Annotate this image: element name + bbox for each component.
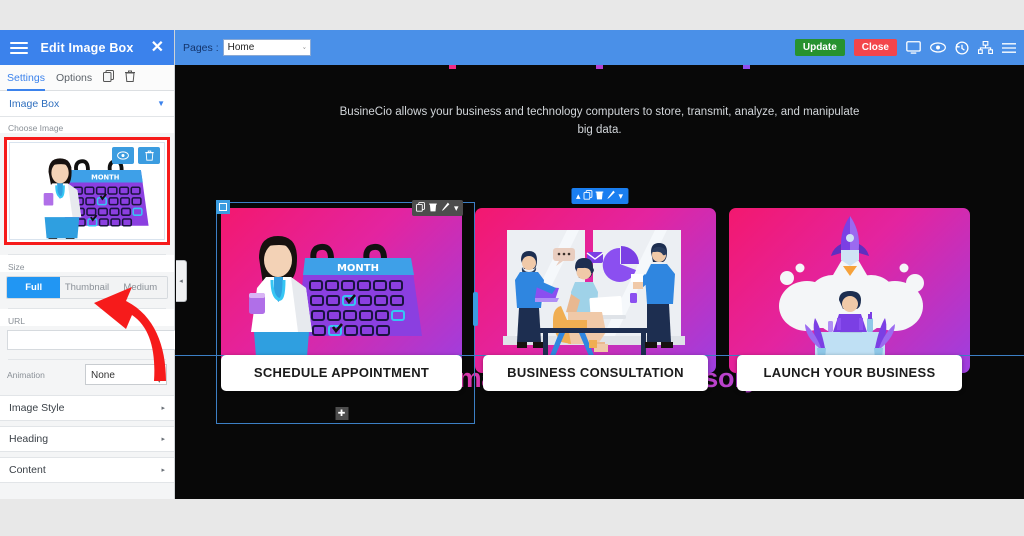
choose-image-label: Choose Image bbox=[8, 123, 64, 133]
delete-section-icon[interactable] bbox=[595, 190, 604, 202]
image-thumbnail-highlight: MONTH bbox=[4, 137, 170, 245]
panel-header: Edit Image Box ✕ bbox=[0, 30, 174, 65]
preview-image-button[interactable] bbox=[112, 147, 134, 164]
hero-heading-clipped bbox=[175, 65, 1024, 69]
section-label: Image Style bbox=[9, 402, 65, 414]
copy-icon[interactable] bbox=[103, 70, 115, 85]
letterbox-top bbox=[0, 0, 1024, 30]
close-button[interactable]: Close bbox=[853, 39, 897, 56]
topbar-actions: Update Close bbox=[794, 39, 1016, 56]
card-launch-your-business[interactable]: LAUNCH YOUR BUSINESS bbox=[729, 208, 970, 391]
size-option-full[interactable]: Full bbox=[7, 277, 61, 298]
duplicate-widget-icon[interactable] bbox=[416, 202, 425, 214]
responsive-view-icon[interactable] bbox=[906, 41, 921, 54]
rocket-launch-illustration bbox=[779, 216, 924, 368]
panel-tabs: Settings Options bbox=[0, 65, 174, 91]
tab-options[interactable]: Options bbox=[56, 65, 92, 91]
update-button[interactable]: Update bbox=[794, 39, 845, 56]
section-label: Heading bbox=[9, 433, 49, 445]
section-subtitle: BusineCio allows your business and techn… bbox=[339, 106, 860, 136]
chevron-down-icon: ▼ bbox=[157, 99, 165, 108]
card-schedule-appointment[interactable]: MONTH SCHEDULE APPOINTMENT ✚ bbox=[221, 208, 462, 420]
animation-value: None bbox=[91, 370, 115, 381]
more-section-icon[interactable]: ▾ bbox=[619, 191, 624, 201]
card-image: MONTH bbox=[221, 208, 462, 373]
page-canvas: BusineCio allows your business and techn… bbox=[175, 65, 1024, 499]
style-sections: Image Style ▸ Heading ▸ Content ▸ bbox=[0, 395, 174, 483]
pages-select-value: Home bbox=[227, 42, 255, 53]
chevron-left-icon: ◂ bbox=[179, 278, 183, 285]
animation-field: Animation None ▾ bbox=[0, 360, 174, 385]
section-image-style[interactable]: Image Style ▸ bbox=[0, 395, 174, 421]
tab-settings[interactable]: Settings bbox=[7, 65, 45, 91]
edit-section-icon[interactable] bbox=[607, 190, 616, 202]
delete-widget-icon[interactable] bbox=[429, 202, 437, 214]
hamburger-icon[interactable] bbox=[10, 41, 28, 54]
size-option-medium[interactable]: Medium bbox=[113, 277, 167, 298]
page-builder-app: Edit Image Box ✕ Settings Options Image … bbox=[0, 30, 1024, 499]
edit-widget-icon[interactable] bbox=[441, 202, 450, 214]
move-section-icon[interactable]: ▴ bbox=[576, 191, 581, 201]
duplicate-section-icon[interactable] bbox=[583, 190, 593, 202]
office-meeting-illustration bbox=[503, 230, 685, 363]
chevron-down-icon: ▾ bbox=[157, 378, 161, 385]
builder-topbar: Pages : Home ˇ Update Close bbox=[175, 30, 1024, 65]
delete-image-button[interactable] bbox=[138, 147, 160, 164]
more-widget-icon[interactable]: ▾ bbox=[454, 203, 459, 213]
thumbnail-actions bbox=[112, 147, 160, 164]
menu-icon[interactable] bbox=[1002, 42, 1016, 54]
animation-label: Animation bbox=[7, 369, 45, 380]
section-toolbar: ▴ ▾ bbox=[570, 188, 629, 204]
doctor-calendar-illustration: MONTH bbox=[249, 236, 422, 373]
revision-history-icon[interactable] bbox=[955, 40, 969, 55]
card-image bbox=[729, 208, 970, 373]
chevron-right-icon: ▸ bbox=[161, 405, 165, 412]
widget-toolbar: ▾ bbox=[412, 200, 463, 216]
add-widget-icon[interactable]: ✚ bbox=[335, 407, 348, 420]
url-label: URL bbox=[8, 316, 26, 326]
hero-glyph-fragment bbox=[449, 65, 456, 69]
chevron-down-icon: ˇ bbox=[303, 48, 306, 55]
letterbox-bottom bbox=[0, 499, 1024, 536]
svg-text:MONTH: MONTH bbox=[91, 174, 119, 182]
card-image bbox=[475, 208, 716, 373]
column-resize-handle[interactable] bbox=[473, 292, 478, 326]
size-label: Size bbox=[8, 262, 25, 272]
size-option-thumbnail[interactable]: Thumbnail bbox=[60, 277, 114, 298]
hero-glyph-fragment bbox=[743, 65, 750, 69]
accordion-label: Image Box bbox=[9, 97, 60, 110]
image-box-cards: MONTH SCHEDULE APPOINTMENT ✚ BUSINESS CO… bbox=[221, 208, 970, 420]
card-business-consultation[interactable]: BUSINESS CONSULTATION bbox=[475, 208, 716, 391]
chevron-right-icon: ▸ bbox=[161, 467, 165, 474]
editor-panel: Edit Image Box ✕ Settings Options Image … bbox=[0, 30, 193, 499]
url-input-row: + bbox=[7, 330, 193, 350]
close-icon[interactable]: ✕ bbox=[151, 39, 164, 56]
size-field: Size bbox=[0, 255, 174, 272]
card-label: SCHEDULE APPOINTMENT bbox=[221, 355, 462, 391]
chevron-right-icon: ▸ bbox=[161, 436, 165, 443]
section-content[interactable]: Content ▸ bbox=[0, 457, 174, 483]
url-input[interactable] bbox=[7, 330, 186, 350]
size-segmented-control: Full Thumbnail Medium bbox=[6, 276, 168, 299]
preview-icon[interactable] bbox=[930, 42, 946, 53]
structure-icon[interactable] bbox=[978, 41, 993, 54]
section-label: Content bbox=[9, 464, 46, 476]
url-field: URL bbox=[0, 309, 174, 326]
screenshot-root: Edit Image Box ✕ Settings Options Image … bbox=[0, 0, 1024, 536]
animation-select[interactable]: None ▾ bbox=[85, 364, 167, 385]
pages-select[interactable]: Home ˇ bbox=[222, 39, 311, 56]
card-label: BUSINESS CONSULTATION bbox=[483, 355, 708, 391]
image-thumbnail[interactable]: MONTH bbox=[9, 142, 165, 240]
widget-accordion-image-box[interactable]: Image Box ▼ bbox=[0, 91, 174, 117]
section-heading[interactable]: Heading ▸ bbox=[0, 426, 174, 452]
panel-collapse-handle[interactable]: ◂ bbox=[176, 260, 187, 302]
column-handle-icon[interactable] bbox=[216, 200, 230, 214]
hero-glyph-fragment bbox=[596, 65, 603, 69]
svg-text:MONTH: MONTH bbox=[337, 263, 379, 274]
card-label: LAUNCH YOUR BUSINESS bbox=[737, 355, 962, 391]
trash-icon[interactable] bbox=[125, 70, 136, 85]
choose-image-field: Choose Image bbox=[0, 117, 174, 133]
pages-label: Pages : bbox=[183, 41, 219, 54]
